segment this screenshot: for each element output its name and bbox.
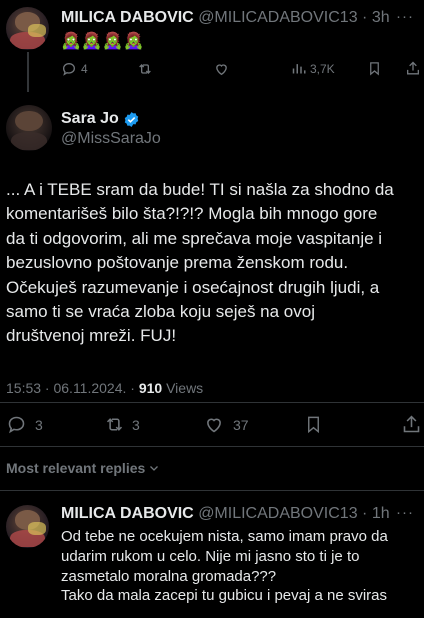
more-icon[interactable]: ··· [396,8,414,25]
reply-text-line: zasmetalo moralna gromada??? [61,567,277,585]
tweet-header: MILICA DABOVIC @MILICADABOVIC13 · 3h [61,9,390,27]
reply-button[interactable]: 4 [61,61,88,77]
more-icon[interactable]: ··· [396,504,414,521]
heart-icon [216,64,227,76]
share-button[interactable] [401,414,422,435]
bookmark-button[interactable] [304,414,323,435]
tweet-text-line: društvenoj mreži. FUJ! [6,326,177,346]
reply-icon [62,62,76,76]
repost-button[interactable] [136,61,154,77]
reply-count: 4 [81,62,88,76]
views-label: Views [162,380,204,396]
tweet-text: ... A i TEBE sram da bude! TI si našla z… [6,178,416,349]
tweet-text-line: Očekuješ razumevanje i osećajnost drugih… [6,277,380,297]
author-name[interactable]: MILICA DABOVIC [61,505,194,522]
analytics-icon [292,64,306,74]
bookmark-icon [370,62,379,76]
action-bar: 3 3 37 [0,410,424,438]
author-handle[interactable]: @MILICADABOVIC13 [198,9,357,26]
reply-text-line: udarim rukom u celo. Nije mi jasno sto t… [61,547,360,565]
tweet-text-line: bezuslovno poštovanje prema ženskom rodu… [6,253,349,273]
tweet-text-line: komentarišeš bilo šta?!?!? Mogla bih mno… [6,204,378,224]
avatar[interactable] [6,505,49,548]
reply-icon [8,416,25,434]
tweet-text: 🧟‍♀️🧟‍♀️🧟‍♀️🧟‍♀️ [61,33,145,50]
bookmark-button[interactable] [367,60,382,77]
author-name-row: Sara Jo [61,110,140,128]
repost-icon [139,64,151,74]
author-name[interactable]: Sara Jo [61,110,119,128]
views-count: 3,7K [310,61,335,76]
tweet-meta: 15:53 · 06.11.2024. · 910 Views [6,380,203,396]
reply-text: Od tebe ne ocekujem nista, samo imam pra… [61,527,421,606]
replies-sort-dropdown[interactable]: Most relevant replies [6,460,160,476]
repost-icon [106,418,123,431]
divider [0,490,424,491]
replies-sort-label: Most relevant replies [6,460,146,476]
repost-count: 3 [132,416,140,433]
author-name[interactable]: MILICA DABOVIC [61,9,194,26]
divider [0,402,424,403]
verified-badge-icon [124,111,139,127]
tweet-text-line: da ti odgovorim, ali me sprečava moje va… [6,228,383,248]
tweet-header: MILICA DABOVIC @MILICADABOVIC13 · 1h [61,505,390,523]
author-handle[interactable]: @MissSaraJo [61,130,161,148]
tweet-text-line: ... A i TEBE sram da bude! TI si našla z… [6,180,394,199]
like-count: 37 [233,416,249,433]
reply-count: 3 [35,416,43,433]
reply-text-line: Tako da mala zacepi tu gubicu i pevaj a … [61,587,388,605]
like-button[interactable] [213,61,230,77]
parent-tweet[interactable]: MILICA DABOVIC @MILICADABOVIC13 · 3h ···… [0,0,424,92]
reply-text-line: Od tebe ne ocekujem nista, samo imam pra… [61,528,388,545]
tweet-datetime[interactable]: 15:53 · 06.11.2024. · [6,380,139,396]
avatar[interactable] [6,105,52,151]
bookmark-icon [308,416,319,434]
author-handle[interactable]: @MILICADABOVIC13 [198,505,357,522]
share-icon [403,415,420,433]
reply-button[interactable]: 3 [6,414,43,435]
tweet-text-line: samo ti se vraća zloba koju seješ na ovo… [6,302,315,322]
share-button[interactable] [405,60,421,77]
repost-button[interactable]: 3 [103,414,140,435]
heart-icon [207,418,221,433]
tweet-time[interactable]: · 1h [362,505,390,522]
views-count: 910 [138,380,163,396]
tweet-time[interactable]: · 3h [362,9,390,26]
avatar[interactable] [6,7,49,50]
share-icon [407,61,419,75]
divider [0,446,424,447]
like-button[interactable]: 37 [203,414,249,435]
chevron-down-icon [150,466,159,471]
views-button[interactable]: 3,7K [291,61,335,76]
thread-line [27,52,29,92]
